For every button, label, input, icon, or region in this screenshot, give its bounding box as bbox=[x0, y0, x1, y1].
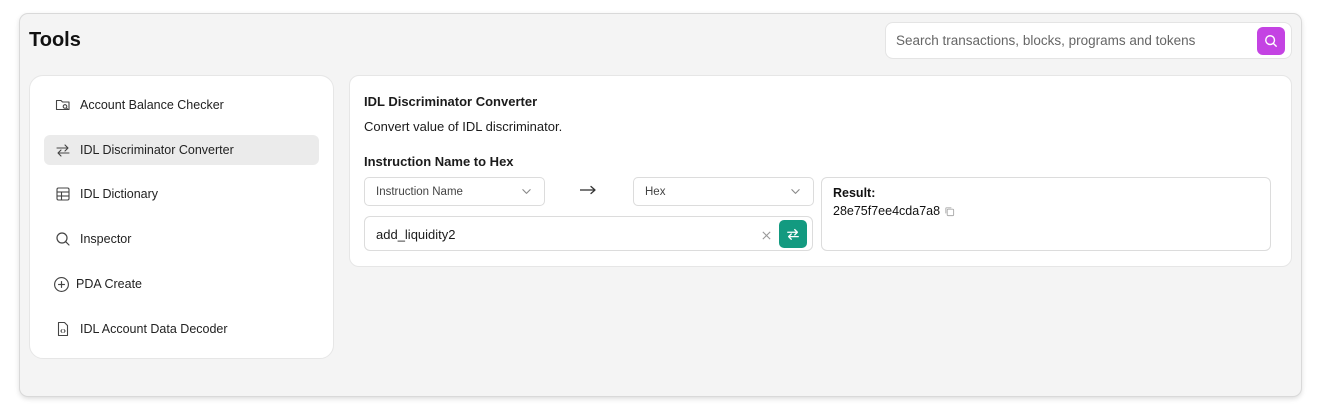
sidebar-item-idl-dictionary[interactable]: IDL Dictionary bbox=[44, 179, 319, 209]
instruction-name-input[interactable]: add_liquidity2 bbox=[364, 216, 813, 251]
sidebar-item-label: Account Balance Checker bbox=[80, 98, 224, 112]
sidebar-item-label: PDA Create bbox=[76, 277, 143, 291]
sidebar-item-label: Inspector bbox=[80, 232, 132, 246]
sidebar-item-idl-discriminator-converter[interactable]: IDL Discriminator Converter bbox=[44, 135, 319, 165]
sidebar-item-idl-account-data-decoder[interactable]: IDL Account Data Decoder bbox=[44, 314, 319, 344]
sidebar-item-pda-create[interactable]: PDA Create bbox=[44, 269, 319, 299]
sidebar-item-inspector[interactable]: Inspector bbox=[44, 224, 319, 254]
converter-panel: IDL Discriminator Converter Convert valu… bbox=[349, 75, 1292, 267]
panel-description: Convert value of IDL discriminator. bbox=[364, 119, 563, 134]
result-label: Result: bbox=[833, 186, 876, 200]
search-button[interactable] bbox=[1257, 27, 1285, 55]
page-title: Tools bbox=[29, 29, 81, 51]
sidebar-item-label: IDL Account Data Decoder bbox=[80, 322, 228, 336]
sidebar-item-account-balance-checker[interactable]: Account Balance Checker bbox=[44, 90, 319, 120]
tools-sidebar: Account Balance Checker IDL Discriminato… bbox=[29, 75, 334, 359]
section-title: Instruction Name to Hex bbox=[364, 154, 514, 169]
sidebar-item-label: IDL Dictionary bbox=[80, 187, 159, 201]
close-icon[interactable] bbox=[761, 228, 772, 246]
search-icon bbox=[1264, 34, 1278, 48]
plus-circle-icon bbox=[52, 275, 70, 293]
folder-search-icon bbox=[54, 96, 72, 114]
chevron-down-icon bbox=[790, 186, 801, 200]
arrow-right-icon bbox=[579, 183, 597, 201]
from-type-value: Instruction Name bbox=[376, 185, 463, 198]
table-icon bbox=[54, 185, 72, 203]
result-box: Result: 28e75f7ee4cda7a8 bbox=[821, 177, 1271, 251]
search-icon bbox=[54, 230, 72, 248]
chevron-down-icon bbox=[521, 186, 532, 200]
result-value-row: 28e75f7ee4cda7a8 bbox=[833, 204, 955, 218]
instruction-name-value: add_liquidity2 bbox=[376, 227, 456, 242]
to-type-select[interactable]: Hex bbox=[633, 177, 814, 206]
swap-arrows-icon bbox=[786, 227, 800, 241]
to-type-value: Hex bbox=[645, 185, 666, 198]
from-type-select[interactable]: Instruction Name bbox=[364, 177, 545, 206]
panel-title: IDL Discriminator Converter bbox=[364, 94, 538, 109]
copy-icon[interactable] bbox=[944, 206, 955, 217]
swap-arrows-icon bbox=[54, 141, 72, 159]
tools-page: Tools Account Balance Checker IDL Discri… bbox=[20, 14, 1301, 396]
search-input[interactable] bbox=[896, 23, 1251, 58]
sidebar-item-label: IDL Discriminator Converter bbox=[80, 143, 234, 157]
result-value: 28e75f7ee4cda7a8 bbox=[833, 204, 941, 218]
convert-button[interactable] bbox=[779, 220, 807, 248]
search-bar bbox=[885, 22, 1292, 59]
file-code-icon bbox=[54, 320, 72, 338]
